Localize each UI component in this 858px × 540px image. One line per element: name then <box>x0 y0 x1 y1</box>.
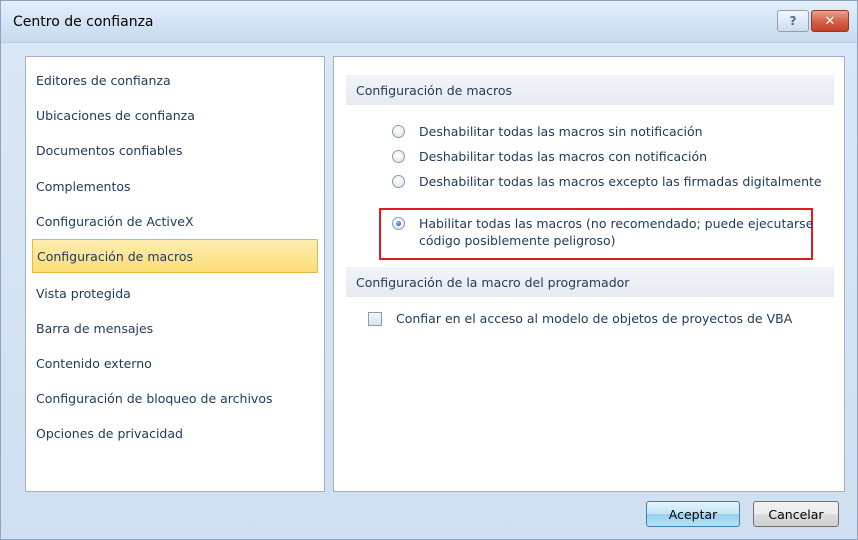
title-bar[interactable]: Centro de confianza ? ✕ <box>1 1 857 43</box>
window-title: Centro de confianza <box>13 14 154 30</box>
sidebar: Editores de confianza Ubicaciones de con… <box>25 56 325 492</box>
cancel-button[interactable]: Cancelar <box>753 501 839 527</box>
radio-button[interactable] <box>392 150 405 163</box>
radio-option-disable-with-notification[interactable]: Deshabilitar todas las macros con notifi… <box>392 148 822 165</box>
sidebar-item-trusted-locations[interactable]: Ubicaciones de confianza <box>32 98 318 132</box>
sidebar-item-trusted-documents[interactable]: Documentos confiables <box>32 133 318 167</box>
checkbox[interactable] <box>368 311 382 326</box>
sidebar-item-message-bar[interactable]: Barra de mensajes <box>32 311 318 345</box>
sidebar-item-macro-settings[interactable]: Configuración de macros <box>32 239 318 273</box>
close-button[interactable]: ✕ <box>811 10 849 32</box>
checkbox-label: Confiar en el acceso al modelo de objeto… <box>396 311 793 326</box>
sidebar-item-file-block-settings[interactable]: Configuración de bloqueo de archivos <box>32 381 318 415</box>
developer-settings-header: Configuración de la macro del programado… <box>346 267 834 297</box>
sidebar-item-protected-view[interactable]: Vista protegida <box>32 276 318 310</box>
sidebar-item-external-content[interactable]: Contenido externo <box>32 346 318 380</box>
settings-panel: Configuración de macros Deshabilitar tod… <box>333 56 845 492</box>
radio-label: Deshabilitar todas las macros con notifi… <box>419 149 708 164</box>
close-icon: ✕ <box>824 13 836 29</box>
ok-button[interactable]: Aceptar <box>646 501 740 527</box>
sidebar-item-trusted-publishers[interactable]: Editores de confianza <box>32 63 318 97</box>
trust-center-dialog: Centro de confianza ? ✕ Editores de conf… <box>0 0 858 540</box>
radio-button-selected[interactable] <box>392 217 405 230</box>
sidebar-item-privacy-options[interactable]: Opciones de privacidad <box>32 416 318 450</box>
radio-option-enable-all[interactable]: Habilitar todas las macros (no recomenda… <box>392 215 822 249</box>
radio-label: Deshabilitar todas las macros sin notifi… <box>419 124 703 139</box>
question-icon: ? <box>789 14 797 28</box>
help-button[interactable]: ? <box>777 10 809 32</box>
macro-settings-header: Configuración de macros <box>346 75 834 105</box>
radio-label: Habilitar todas las macros (no recomenda… <box>419 216 814 248</box>
sidebar-item-add-ins[interactable]: Complementos <box>32 169 318 203</box>
radio-button[interactable] <box>392 125 405 138</box>
radio-option-disable-no-notification[interactable]: Deshabilitar todas las macros sin notifi… <box>392 123 822 140</box>
vba-trust-checkbox-row[interactable]: Confiar en el acceso al modelo de objeto… <box>368 311 838 326</box>
radio-label: Deshabilitar todas las macros excepto la… <box>419 174 822 189</box>
radio-option-disable-except-signed[interactable]: Deshabilitar todas las macros excepto la… <box>392 173 822 190</box>
radio-button[interactable] <box>392 175 405 188</box>
sidebar-item-activex-settings[interactable]: Configuración de ActiveX <box>32 204 318 238</box>
